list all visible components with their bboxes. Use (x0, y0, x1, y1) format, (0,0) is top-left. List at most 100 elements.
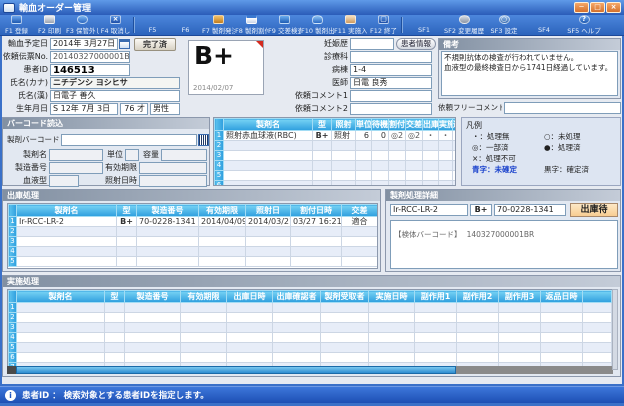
specimen-barcode-label: 【検体バーコード】 (394, 230, 462, 239)
execution-row-5[interactable]: 5 (9, 343, 612, 353)
vertical-scrollbar[interactable] (612, 289, 618, 370)
birth-date-field: S 12年 7月 3日 (50, 103, 118, 115)
toolbar-button-f2-print[interactable]: F2 印刷 (33, 15, 66, 35)
name-kana-label: 氏名(カナ) (2, 77, 48, 89)
barcode-lot-label: 製造番号 (7, 162, 47, 174)
legend-item: ●：処理済 (544, 142, 616, 153)
toolbar-button-f6[interactable]: F6 (169, 15, 202, 35)
order-row-5[interactable]: 5 (215, 171, 457, 181)
toolbar-button-sf2-change-history[interactable]: SF2 変更履歴 (444, 15, 484, 35)
barcode-unit-field (125, 149, 139, 161)
toolbar-button-sf1[interactable]: SF1 (404, 15, 444, 35)
close-button[interactable]: × (606, 2, 621, 13)
execution-row-1[interactable]: 1 (9, 303, 612, 313)
toolbar-button-f3-storage-remove[interactable]: F3 保管外し (66, 15, 99, 35)
shipping-row-1[interactable]: 1Ir-RCC-LR-2B+70-0228-13412014/04/092014… (9, 217, 378, 227)
execute-icon (345, 15, 356, 24)
cell-cross: ◎2 (406, 131, 423, 141)
cell-blood-type: B+ (117, 217, 137, 227)
col-header: 割付日時 (291, 205, 342, 217)
cell-wait: 0 (372, 131, 389, 141)
settings-icon: ○ (499, 15, 510, 24)
execution-panel: 実施処理 製剤名型製造番号有効期限出庫日時出庫確認者製剤受取者実施日時副作用1副… (2, 275, 621, 377)
order-row-1[interactable]: 1照射赤血球液(RBC)B+照射60◎2◎2・・・ (215, 131, 457, 141)
cell-allocate: ◎2 (389, 131, 406, 141)
product-barcode-input[interactable] (61, 134, 197, 146)
doctor-field[interactable]: 日電 良秀 (350, 77, 432, 89)
col-header: 有効期限 (199, 205, 246, 217)
toolbar-button-sf4[interactable]: SF4 (524, 15, 564, 35)
toolbar-button-f10-product-dispense[interactable]: F10 製剤出庫 (301, 15, 334, 35)
col-header: 割付 (389, 119, 406, 131)
execution-table: 製剤名型製造番号有効期限出庫日時出庫確認者製剤受取者実施日時副作用1副作用2副作… (8, 290, 612, 370)
horizontal-scrollbar[interactable] (7, 366, 613, 374)
alert-corner-mark (256, 41, 263, 48)
col-header: 照射 (332, 119, 356, 131)
order-row-2[interactable]: 2 (215, 141, 457, 151)
toolbar-separator (401, 17, 403, 33)
patient-info-button[interactable]: 患者情報 (396, 38, 436, 50)
toolbar-button-f11-execute-input[interactable]: F11 実施入力 (334, 15, 367, 35)
shipping-row-2[interactable]: 2 (9, 227, 378, 237)
product-detail-title: 製剤処理詳細 (386, 190, 620, 201)
toolbar-button-f5[interactable]: F5 (136, 15, 169, 35)
cell-irradiation: 照射 (332, 131, 356, 141)
product-detail-panel: 製剤処理詳細 Ir-RCC-LR-2 B+ 70-0228-1341 出庫待 【… (385, 189, 621, 272)
shipping-row-3[interactable]: 3 (9, 237, 378, 247)
col-header: 返品日時 (541, 291, 583, 303)
legend-blue-note: 青字：未確定 (472, 164, 544, 175)
pregnancy-field[interactable] (350, 38, 394, 50)
barcode-irradiation-label: 照射日時 (105, 175, 137, 187)
allocate-icon (246, 15, 257, 24)
blood-type-box: B+ 2014/02/07 (188, 40, 264, 95)
execution-row-4[interactable]: 4 (9, 333, 612, 343)
scrollbar-thumb[interactable] (16, 366, 456, 374)
execution-title: 実施処理 (3, 276, 620, 287)
specimen-barcode-value: 140327000001BR (467, 230, 535, 239)
calendar-icon[interactable] (119, 39, 130, 49)
barcode-scan-icon[interactable] (198, 134, 209, 146)
execution-row-2[interactable]: 2 (9, 313, 612, 323)
free-comment-field[interactable] (504, 102, 621, 114)
order-row-4[interactable]: 4 (215, 161, 457, 171)
col-header: 実施日時 (369, 291, 415, 303)
department-field[interactable] (350, 51, 432, 63)
toolbar-button-f12-exit[interactable]: ▢F12 終了 (367, 15, 400, 35)
legend-item: ×：処理不可 (472, 153, 544, 164)
toolbar-button-f8-product-allocate[interactable]: F8 製剤割付 (235, 15, 268, 35)
order-row-3[interactable]: 3 (215, 151, 457, 161)
shipping-row-5[interactable]: 5 (9, 257, 378, 267)
patient-id-field[interactable]: 146513 (50, 64, 130, 76)
cell-product-name: Ir-RCC-LR-2 (17, 217, 117, 227)
order-row-6[interactable]: 6 (215, 181, 457, 187)
cell-unit: 6 (356, 131, 372, 141)
request-comment1-label: 依頼コメント1 (292, 90, 348, 102)
ward-field[interactable]: 1-4 (350, 64, 432, 76)
scrollbar-left-button[interactable] (7, 366, 16, 374)
maximize-button[interactable]: □ (590, 2, 605, 13)
execution-row-6[interactable]: 6 (9, 353, 612, 363)
order-icon (213, 15, 224, 24)
remarks-panel: 備考 不規則抗体の検査が行われていません。 血液型の最終検査日から1741日経過… (438, 38, 621, 99)
toolbar-button-f7-product-order[interactable]: F7 製剤発注 (202, 15, 235, 35)
toolbar: F1 登録 F2 印刷 F3 保管外し ×F4 取消し F5 F6 F7 製剤発… (0, 15, 624, 36)
toolbar-button-sf5-help[interactable]: ?SF5 ヘルプ (564, 15, 604, 35)
minimize-button[interactable]: ─ (574, 2, 589, 13)
request-comment2-field[interactable] (350, 103, 432, 115)
execution-row-3[interactable]: 3 (9, 323, 612, 333)
barcode-volume-label: 容量 (141, 149, 159, 161)
toolbar-button-sf3-settings[interactable]: ○SF3 設定 (484, 15, 524, 35)
barcode-irradiation-field (139, 175, 207, 187)
scheduled-date-field[interactable]: 2014年 3月27日 (50, 38, 118, 50)
shipping-table: 製剤名型製造番号有効期限照射日割付日時交差 1Ir-RCC-LR-2B+70-0… (8, 204, 378, 267)
toolbar-button-f4-cancel[interactable]: ×F4 取消し (99, 15, 132, 35)
detail-product-name-field: Ir-RCC-LR-2 (390, 204, 468, 216)
print-icon (44, 15, 55, 24)
col-header: 型 (117, 205, 137, 217)
shipping-row-4[interactable]: 4 (9, 247, 378, 257)
age-field: 76 才 (120, 103, 148, 115)
request-comment1-field[interactable] (350, 90, 432, 102)
toolbar-button-f9-crossmatch[interactable]: F9 交差検査 (268, 15, 301, 35)
product-barcode-label: 製剤バーコード (7, 134, 59, 146)
toolbar-button-f1-register[interactable]: F1 登録 (0, 15, 33, 35)
